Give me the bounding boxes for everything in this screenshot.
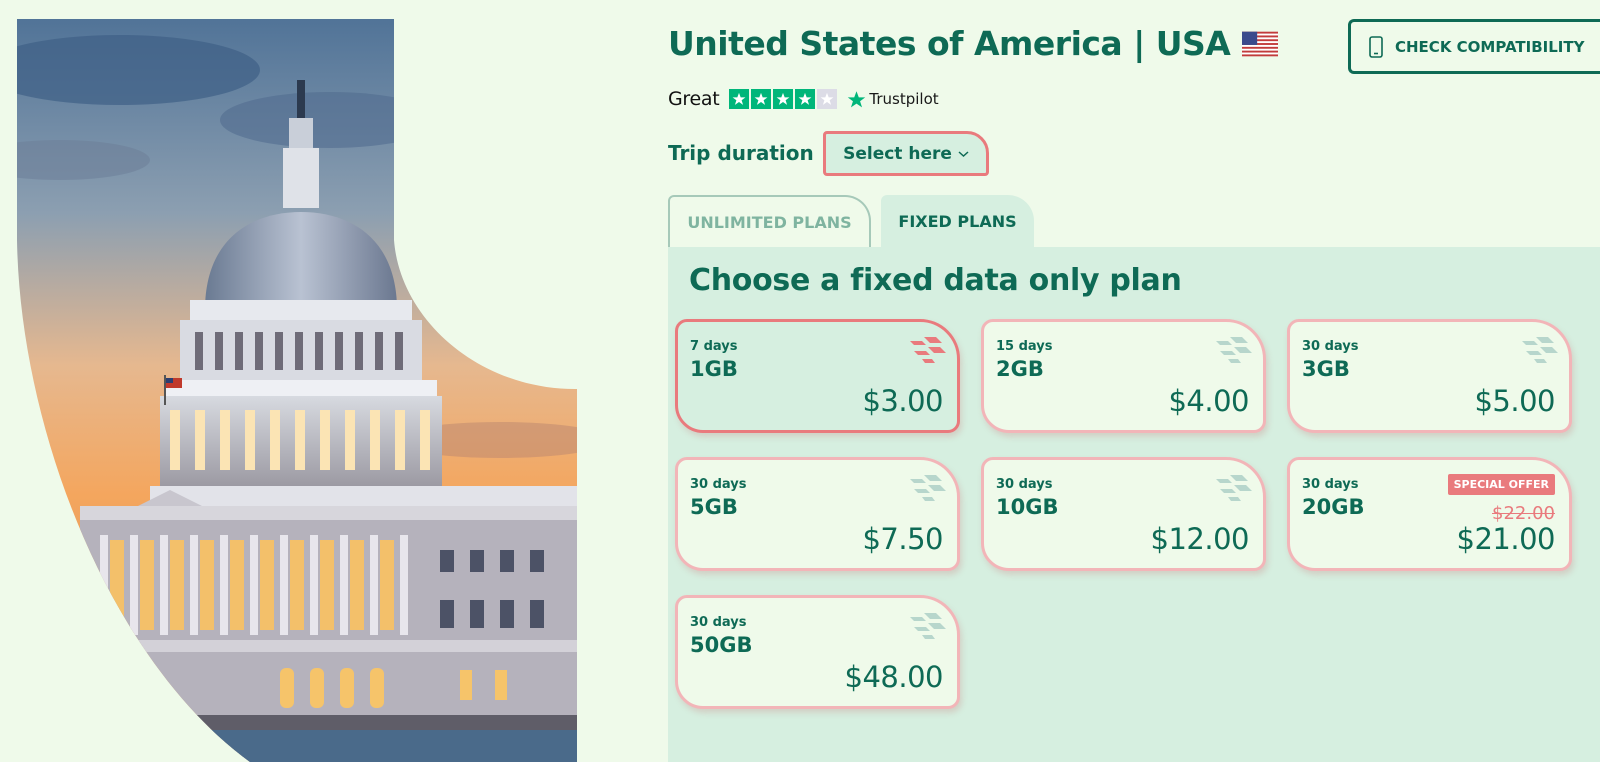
tab-fixed-plans[interactable]: FIXED PLANS xyxy=(881,195,1034,247)
plan-price: $7.50 xyxy=(862,522,943,556)
plan-data: 5GB xyxy=(690,495,738,519)
plan-data: 2GB xyxy=(996,357,1044,381)
hero-image xyxy=(0,0,600,762)
plan-price: $3.00 xyxy=(862,384,943,418)
phone-icon xyxy=(1369,35,1383,58)
us-flag-icon xyxy=(1242,31,1279,56)
signal-icon xyxy=(910,337,946,363)
signal-icon xyxy=(910,613,946,639)
plan-days: 30 days xyxy=(996,477,1053,492)
plan-card[interactable]: 7 days 1GB $3.00 xyxy=(675,319,960,433)
trip-duration-select-label: Select here xyxy=(843,143,952,164)
plan-price: $48.00 xyxy=(844,660,944,694)
plan-card[interactable]: 30 days 3GB $5.00 xyxy=(1287,319,1572,433)
plan-days: 30 days xyxy=(690,615,747,630)
chevron-down-icon xyxy=(958,150,969,157)
signal-icon xyxy=(910,475,946,501)
special-offer-badge: SPECIAL OFFER xyxy=(1447,474,1555,495)
plan-data: 10GB xyxy=(996,495,1059,519)
plan-data: 1GB xyxy=(690,357,738,381)
trip-duration-label: Trip duration xyxy=(668,141,814,165)
plan-data: 20GB xyxy=(1302,495,1365,519)
plan-old-price: $22.00 xyxy=(1492,503,1555,524)
trustpilot-star-icon xyxy=(848,90,866,107)
check-compatibility-button[interactable]: CHECK COMPATIBILITY xyxy=(1348,19,1600,74)
trustpilot-logo: Trustpilot xyxy=(847,90,939,109)
trustpilot-rating[interactable]: Great Trustpilot xyxy=(668,86,939,112)
signal-icon xyxy=(1216,337,1252,363)
page-title: United States of America | USA xyxy=(668,24,1279,63)
fixed-plans-panel: Choose a fixed data only plan 7 days 1GB $… xyxy=(668,247,1600,762)
country-title: United States of America | USA xyxy=(668,24,1231,63)
plan-days: 30 days xyxy=(1302,477,1359,492)
tab-fixed-plans-label: FIXED PLANS xyxy=(898,211,1017,231)
star-icon xyxy=(795,89,816,109)
plan-price: $4.00 xyxy=(1168,384,1249,418)
plan-days: 30 days xyxy=(690,477,747,492)
star-icon xyxy=(773,89,794,109)
check-compatibility-label: CHECK COMPATIBILITY xyxy=(1395,37,1585,56)
star-icon xyxy=(729,89,750,109)
signal-icon xyxy=(1522,337,1558,363)
trustpilot-label: Trustpilot xyxy=(869,90,939,108)
plan-price: $5.00 xyxy=(1474,384,1555,418)
signal-icon xyxy=(1216,475,1252,501)
trip-duration-select[interactable]: Select here xyxy=(823,131,989,176)
tab-unlimited-plans-label: UNLIMITED PLANS xyxy=(687,212,852,232)
plan-price: $21.00 xyxy=(1456,522,1556,556)
plan-card[interactable]: 30 days 5GB $7.50 xyxy=(675,457,960,571)
plan-data: 50GB xyxy=(690,633,753,657)
star-icon xyxy=(817,89,838,109)
plan-card[interactable]: 15 days 2GB $4.00 xyxy=(981,319,1266,433)
plan-card[interactable]: 30 days 20GB SPECIAL OFFER $22.00 $21.00 xyxy=(1287,457,1572,571)
plan-card[interactable]: 30 days 10GB $12.00 xyxy=(981,457,1266,571)
plan-days: 30 days xyxy=(1302,339,1359,354)
rating-stars xyxy=(729,89,838,109)
plan-card[interactable]: 30 days 50GB $48.00 xyxy=(675,595,960,709)
rating-word: Great xyxy=(668,88,720,110)
plan-price: $12.00 xyxy=(1150,522,1250,556)
tab-unlimited-plans[interactable]: UNLIMITED PLANS xyxy=(668,195,871,247)
plan-days: 7 days xyxy=(690,339,738,354)
panel-title: Choose a fixed data only plan xyxy=(689,263,1182,298)
plan-data: 3GB xyxy=(1302,357,1350,381)
plan-days: 15 days xyxy=(996,339,1053,354)
star-icon xyxy=(751,89,772,109)
